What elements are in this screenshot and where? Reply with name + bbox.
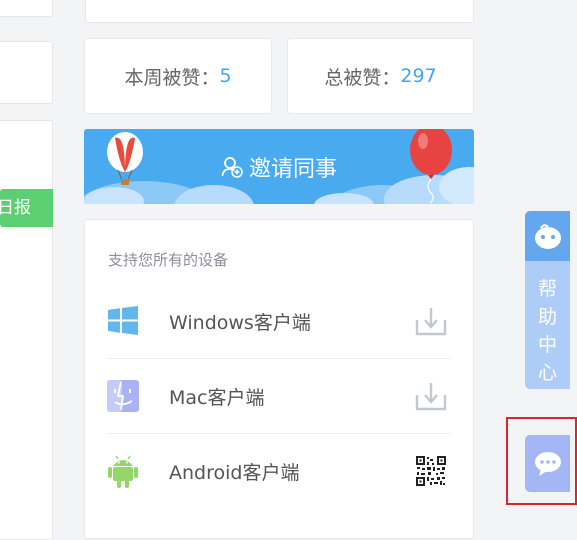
left-card-top xyxy=(0,0,53,17)
daily-report-button[interactable]: 日报 xyxy=(0,189,53,227)
device-row-windows[interactable]: Windows客户端 xyxy=(107,284,451,359)
weekly-likes-value: 5 xyxy=(219,65,232,87)
total-likes-card: 总被赞： 297 xyxy=(287,38,474,114)
qr-code-icon[interactable] xyxy=(406,455,456,487)
help-center-tab[interactable]: 帮助中心 xyxy=(525,211,570,389)
help-center-label: 帮助中心 xyxy=(537,278,557,384)
mac-client-label: Mac客户端 xyxy=(169,386,265,409)
top-card xyxy=(85,0,474,23)
invite-colleagues-banner[interactable]: 邀请同事 xyxy=(84,129,474,204)
supported-devices-card: 支持您所有的设备 Windows客户端 Mac客户端 Android客户端 xyxy=(84,219,474,539)
total-likes-value: 297 xyxy=(400,65,437,87)
chat-bubble-icon xyxy=(534,451,561,476)
total-likes-label: 总被赞： xyxy=(324,66,401,89)
mac-icon xyxy=(107,380,147,412)
android-client-label: Android客户端 xyxy=(169,461,300,484)
left-card-bottom xyxy=(0,120,53,540)
left-card-middle xyxy=(0,41,53,104)
device-row-android[interactable]: Android客户端 xyxy=(107,434,451,508)
robot-icon xyxy=(525,211,570,261)
mac-download-icon[interactable] xyxy=(406,381,456,411)
invite-colleagues-label: 邀请同事 xyxy=(248,156,337,182)
weekly-likes-label: 本周被赞： xyxy=(124,66,220,89)
daily-report-label: 日报 xyxy=(0,198,31,218)
android-icon xyxy=(107,453,147,489)
user-add-icon xyxy=(221,156,243,178)
windows-icon xyxy=(107,306,147,336)
windows-client-label: Windows客户端 xyxy=(169,311,311,334)
weekly-likes-card: 本周被赞： 5 xyxy=(84,38,272,114)
devices-title: 支持您所有的设备 xyxy=(108,251,229,269)
windows-download-icon[interactable] xyxy=(406,306,456,336)
chat-button[interactable] xyxy=(525,435,570,492)
device-row-mac[interactable]: Mac客户端 xyxy=(107,359,451,434)
